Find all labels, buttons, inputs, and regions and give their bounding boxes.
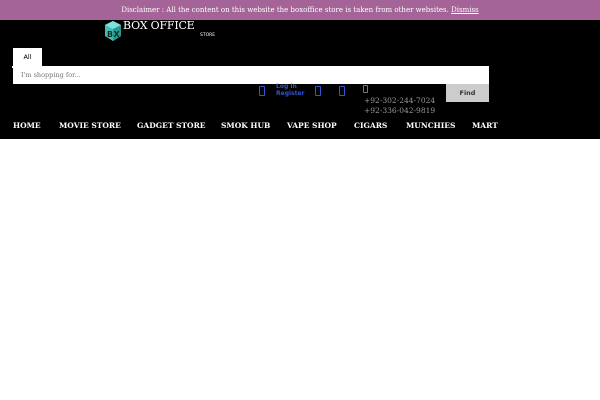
main-nav: HOME MOVIE STORE GADGET STORE SMOK HUB V… [0, 120, 600, 132]
phone-number-2[interactable]: +92-336-042-9819 [364, 106, 435, 116]
phone-icon [363, 85, 368, 93]
logo-title: BOX OFFICE [123, 19, 195, 32]
login-link[interactable]: Log In [276, 83, 305, 90]
logo-cube-icon: B X [105, 21, 121, 41]
nav-item-vape-shop[interactable]: VAPE SHOP [287, 120, 337, 132]
site-header: B X BOX OFFICE STORE All Find Log In Reg… [0, 19, 600, 139]
nav-item-smok-hub[interactable]: SMOK HUB [221, 120, 270, 132]
store-notice: Disclaimer : All the content on this web… [0, 0, 600, 20]
notice-text: Disclaimer : All the content on this web… [121, 6, 449, 14]
dismiss-link[interactable]: Dismiss [451, 6, 479, 14]
category-select[interactable]: All [13, 48, 42, 67]
nav-item-cigars[interactable]: CIGARS [354, 120, 387, 132]
register-link[interactable]: Register [276, 90, 305, 97]
account-links: Log In Register [276, 83, 305, 97]
cart-icon[interactable] [339, 86, 345, 96]
find-button[interactable]: Find [446, 84, 489, 102]
contact-phones: +92-302-244-7024 +92-336-042-9819 [364, 96, 435, 115]
search-input[interactable] [13, 66, 489, 84]
nav-item-munchies[interactable]: MUNCHIES [406, 120, 455, 132]
logo-subtitle: STORE [200, 33, 216, 38]
svg-text:B: B [107, 30, 113, 39]
phone-number-1[interactable]: +92-302-244-7024 [364, 96, 435, 106]
nav-item-movie-store[interactable]: MOVIE STORE [59, 120, 121, 132]
nav-item-mart[interactable]: MART [472, 120, 498, 132]
svg-text:X: X [114, 30, 121, 39]
nav-item-gadget-store[interactable]: GADGET STORE [137, 120, 206, 132]
site-logo[interactable]: B X BOX OFFICE STORE [104, 19, 216, 42]
user-icon[interactable] [259, 86, 265, 96]
nav-item-home[interactable]: HOME [13, 120, 41, 132]
heart-icon[interactable] [315, 86, 321, 96]
